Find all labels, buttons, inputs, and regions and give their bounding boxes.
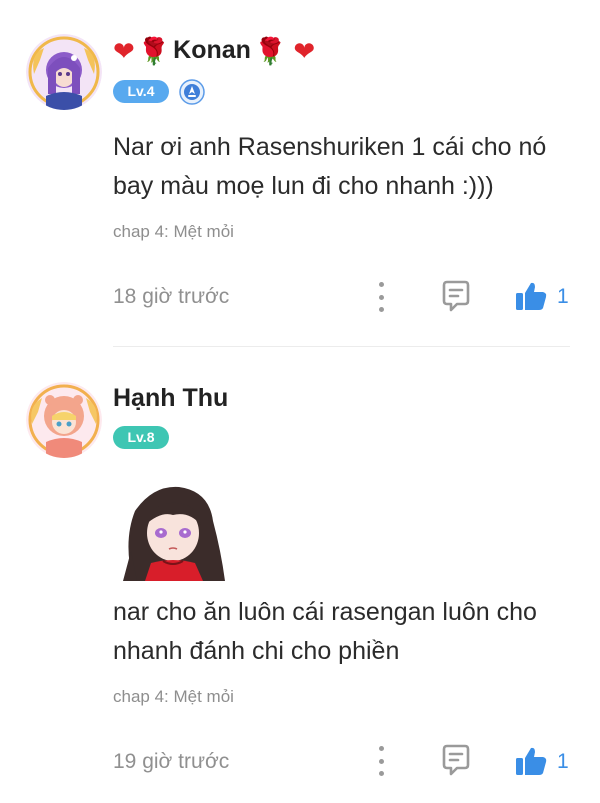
chapter-link[interactable]: chap 4: Mệt mỏi <box>113 687 234 707</box>
comment-text: Nar ơi anh Rasenshuriken 1 cái cho nó ba… <box>113 133 547 200</box>
like-icon[interactable] <box>514 280 548 312</box>
divider <box>113 346 570 347</box>
comment-item: Hạnh Thu Lv.8 nar cho ăn luôn cái raseng… <box>0 348 600 803</box>
rose-icon: 🌹 <box>137 35 171 66</box>
like-count: 1 <box>557 285 569 308</box>
reply-icon[interactable] <box>439 279 473 313</box>
comment-text: nar cho ăn luôn cái rasengan luôn cho nh… <box>113 598 537 665</box>
more-icon[interactable] <box>374 282 388 312</box>
rose-icon: 🌹 <box>253 35 287 66</box>
like-icon[interactable] <box>514 745 548 777</box>
reply-icon[interactable] <box>439 743 473 777</box>
username-text: Konan <box>173 36 251 64</box>
username-text: Hạnh Thu <box>113 384 229 412</box>
heart-icon: ❤ <box>113 35 135 66</box>
more-icon[interactable] <box>374 746 388 776</box>
heart-icon: ❤ <box>293 35 316 66</box>
avatar[interactable] <box>26 382 102 458</box>
username[interactable]: Hạnh Thu <box>113 384 228 413</box>
like-count: 1 <box>557 750 569 773</box>
chapter-link[interactable]: chap 4: Mệt mỏi <box>113 222 234 242</box>
sticker-image <box>113 481 230 581</box>
avatar[interactable] <box>26 34 102 110</box>
comment-item: ❤ 🌹 Konan 🌹 ❤ Lv.4 Nar ơi anh Rasenshuri… <box>0 0 600 348</box>
rank-badge-icon <box>179 79 205 105</box>
timestamp: 19 giờ trước <box>113 750 230 773</box>
timestamp: 18 giờ trước <box>113 285 230 308</box>
level-badge: Lv.4 <box>113 80 169 103</box>
level-badge: Lv.8 <box>113 426 169 449</box>
username[interactable]: ❤ 🌹 Konan 🌹 ❤ <box>113 36 315 65</box>
